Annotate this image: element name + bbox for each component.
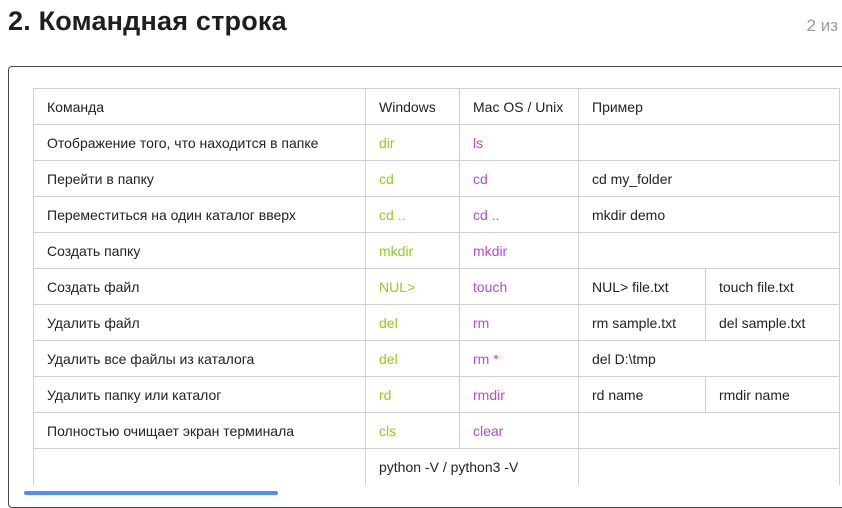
windows-command: NUL> [365,268,460,305]
example-cell [578,412,840,449]
table-header-row: Команда Windows Mac OS / Unix Пример [33,88,840,125]
windows-command: mkdir [365,232,460,269]
table-row-partial: python -V / python3 -V [33,448,840,485]
table-row: Полностью очищает экран терминала cls cl… [33,412,840,449]
table-row: Создать папку mkdir mkdir [33,232,840,269]
row-description: Удалить все файлы из каталога [33,340,366,377]
row-description: Отображение того, что находится в папке [33,124,366,161]
table-row: Перейти в папку cd cd cd my_folder [33,160,840,197]
table-row: Создать файл NUL> touch NUL> file.txt to… [33,268,840,305]
row-description: Полностью очищает экран терминала [33,412,366,449]
example-cell: del D:\tmp [578,340,840,377]
example-cell: cd my_folder [578,160,840,197]
example-cell-windows: del sample.txt [705,304,840,341]
progress-bar [24,491,278,495]
example-cell [578,232,840,269]
windows-command: cls [365,412,460,449]
table-row: Отображение того, что находится в папке … [33,124,840,161]
example-cell-windows: rd name [578,376,706,413]
header-windows: Windows [365,88,460,125]
mac-command: cd .. [459,196,579,233]
mac-command: touch [459,268,579,305]
table-row: Удалить файл del rm rm sample.txt del sa… [33,304,840,341]
example-cell: mkdir demo [578,196,840,233]
row-description: Создать папку [33,232,366,269]
example-cell [578,124,840,161]
table-row: Переместиться на один каталог вверх cd .… [33,196,840,233]
table-row: Удалить все файлы из каталога del rm * d… [33,340,840,377]
mac-command: rm * [459,340,579,377]
windows-command: dir [365,124,460,161]
example-cell-mac: rm sample.txt [578,304,706,341]
row-description: Перейти в папку [33,160,366,197]
version-command: python -V / python3 -V [365,448,579,485]
example-cell-windows: NUL> file.txt [578,268,706,305]
mac-command: cd [459,160,579,197]
mac-command: ls [459,124,579,161]
mac-command: mkdir [459,232,579,269]
row-description: Удалить файл [33,304,366,341]
mac-command: rmdir [459,376,579,413]
row-description: Удалить папку или каталог [33,376,366,413]
row-description [33,448,366,485]
windows-command: del [365,340,460,377]
windows-command: cd .. [365,196,460,233]
header-example: Пример [578,88,840,125]
row-description: Переместиться на один каталог вверх [33,196,366,233]
slide-title: 2. Командная строка [8,6,287,36]
header-mac: Mac OS / Unix [459,88,579,125]
example-cell-mac: rmdir name [705,376,840,413]
windows-command: rd [365,376,460,413]
slide-counter: 2 из [806,16,838,35]
header-command: Команда [33,88,366,125]
commands-table: Команда Windows Mac OS / Unix Пример Ото… [33,88,840,485]
mac-command: rm [459,304,579,341]
example-cell [578,448,840,485]
progress-track [0,491,842,495]
windows-command: cd [365,160,460,197]
row-description: Создать файл [33,268,366,305]
windows-command: del [365,304,460,341]
example-cell-mac: touch file.txt [705,268,840,305]
mac-command: clear [459,412,579,449]
table-row: Удалить папку или каталог rd rmdir rd na… [33,376,840,413]
